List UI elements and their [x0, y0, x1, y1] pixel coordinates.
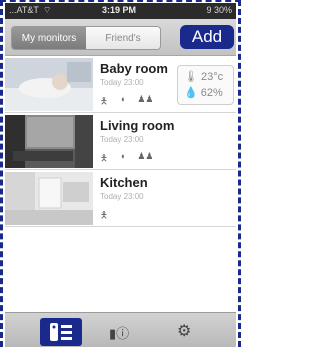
add-button[interactable]: Add: [180, 25, 234, 49]
room-row-baby[interactable]: Baby room Today 23:00 🯅 ◖ ♟♟ 🌡 23°c 💧 62…: [5, 56, 236, 113]
tab-settings[interactable]: ⚙: [177, 321, 191, 341]
room-name: Living room: [100, 118, 175, 133]
room-status-icons: 🯅 ◖ ♟♟: [100, 151, 154, 167]
temperature-readout: 🌡 23°c: [184, 71, 224, 83]
nav-bar: My monitors Friend's Add: [5, 19, 236, 56]
tab-device-info[interactable]: ▮ⓘ: [109, 323, 129, 342]
room-status-icons: 🯅 ◖ ♟♟: [100, 94, 154, 110]
room-list: Baby room Today 23:00 🯅 ◖ ♟♟ 🌡 23°c 💧 62…: [5, 56, 236, 312]
kitchen-thumbnail: [5, 172, 93, 225]
room-timestamp: Today 23:00: [100, 192, 144, 201]
person-icon: 🯅: [100, 153, 108, 163]
environment-readout: 🌡 23°c 💧 62%: [177, 65, 234, 105]
room-name: Baby room: [100, 61, 168, 76]
room-status-icons: 🯅: [100, 208, 108, 224]
room-row-living[interactable]: Living room Today 23:00 🯅 ◖ ♟♟: [5, 113, 236, 170]
tab-bar: ▮ⓘ ⚙: [5, 312, 236, 347]
carrier: ...AT&T ⌔: [9, 5, 52, 15]
sound-icon: ◖: [119, 94, 126, 104]
battery-status: 9 30%: [206, 5, 232, 15]
clock: 3:19 PM: [102, 5, 137, 15]
people-icon: ♟♟: [137, 151, 154, 161]
device-info-icon: ▮ⓘ: [109, 326, 130, 341]
monitors-list-icon: [50, 323, 72, 341]
segment-friends[interactable]: Friend's: [86, 27, 160, 49]
people-icon: ♟♟: [137, 94, 154, 104]
person-icon: 🯅: [100, 96, 108, 106]
phone-screen: ...AT&T ⌔ 3:19 PM 9 30% My monitors Frien…: [5, 3, 236, 347]
wifi-icon: ⌔: [42, 5, 52, 15]
room-name: Kitchen: [100, 175, 148, 190]
tab-monitors[interactable]: [40, 318, 82, 346]
segmented-control: My monitors Friend's: [11, 26, 161, 50]
humidity-readout: 💧 62%: [184, 87, 223, 99]
sound-icon: ◖: [119, 151, 126, 161]
settings-gear-icon: ⚙: [177, 323, 192, 340]
room-timestamp: Today 23:00: [100, 78, 144, 87]
room-timestamp: Today 23:00: [100, 135, 144, 144]
status-bar: ...AT&T ⌔ 3:19 PM 9 30%: [5, 3, 236, 19]
baby-room-thumbnail: [5, 58, 93, 111]
segment-my-monitors[interactable]: My monitors: [12, 27, 86, 49]
person-icon: 🯅: [100, 210, 108, 220]
living-room-thumbnail: [5, 115, 93, 168]
room-row-kitchen[interactable]: Kitchen Today 23:00 🯅: [5, 170, 236, 227]
